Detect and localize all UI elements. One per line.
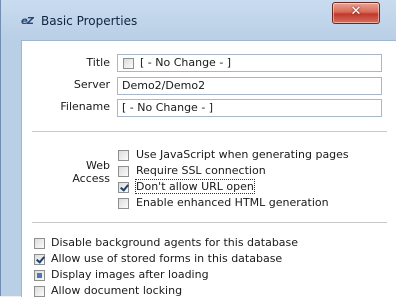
- separator-top: [32, 131, 387, 133]
- allow-stored-forms-label[interactable]: Allow use of stored forms in this databa…: [51, 252, 282, 265]
- dont-allow-url-open-checkbox[interactable]: [118, 182, 129, 193]
- allow-document-locking-checkbox[interactable]: [34, 286, 45, 297]
- disable-background-agents-checkbox[interactable]: [34, 238, 45, 249]
- web-access-label: Web Access: [62, 159, 110, 185]
- properties-window: eZ Basic Properties ✕ Title [ - No Chang…: [0, 0, 396, 297]
- title-bar[interactable]: eZ Basic Properties ✕: [1, 0, 396, 40]
- server-value: Demo2/Demo2: [122, 79, 206, 92]
- display-images-after-loading-checkbox[interactable]: [34, 270, 45, 281]
- web-access-label-line2: Access: [72, 172, 110, 185]
- close-icon: ✕: [350, 4, 362, 19]
- dont-allow-url-open-label[interactable]: Don't allow URL open: [135, 179, 255, 194]
- app-icon: eZ: [21, 16, 34, 27]
- title-label: Title: [86, 56, 110, 69]
- window-title: Basic Properties: [41, 14, 138, 28]
- title-checkbox[interactable]: [123, 58, 134, 69]
- separator-bottom: [32, 222, 387, 224]
- disable-background-agents-label[interactable]: Disable background agents for this datab…: [51, 236, 298, 249]
- title-field[interactable]: [ - No Change - ]: [117, 54, 382, 72]
- server-field[interactable]: Demo2/Demo2: [117, 77, 382, 95]
- use-javascript-label[interactable]: Use JavaScript when generating pages: [136, 148, 349, 161]
- filename-field[interactable]: [ - No Change - ]: [117, 99, 382, 117]
- web-access-label-line1: Web: [86, 159, 110, 172]
- use-javascript-checkbox[interactable]: [118, 150, 129, 161]
- display-images-after-loading-label[interactable]: Display images after loading: [51, 268, 209, 281]
- filename-value: [ - No Change - ]: [122, 101, 214, 114]
- allow-document-locking-label[interactable]: Allow document locking: [51, 284, 182, 297]
- require-ssl-label[interactable]: Require SSL connection: [136, 164, 266, 177]
- title-value: [ - No Change - ]: [140, 56, 232, 69]
- allow-stored-forms-checkbox[interactable]: [34, 254, 45, 265]
- require-ssl-checkbox[interactable]: [118, 166, 129, 177]
- filename-label: Filename: [60, 100, 110, 113]
- close-button[interactable]: ✕: [332, 2, 380, 24]
- enhanced-html-label[interactable]: Enable enhanced HTML generation: [136, 196, 329, 209]
- server-label: Server: [73, 78, 110, 91]
- dialog-body: Title [ - No Change - ] Server Demo2/Dem…: [21, 40, 396, 297]
- enhanced-html-checkbox[interactable]: [118, 198, 129, 209]
